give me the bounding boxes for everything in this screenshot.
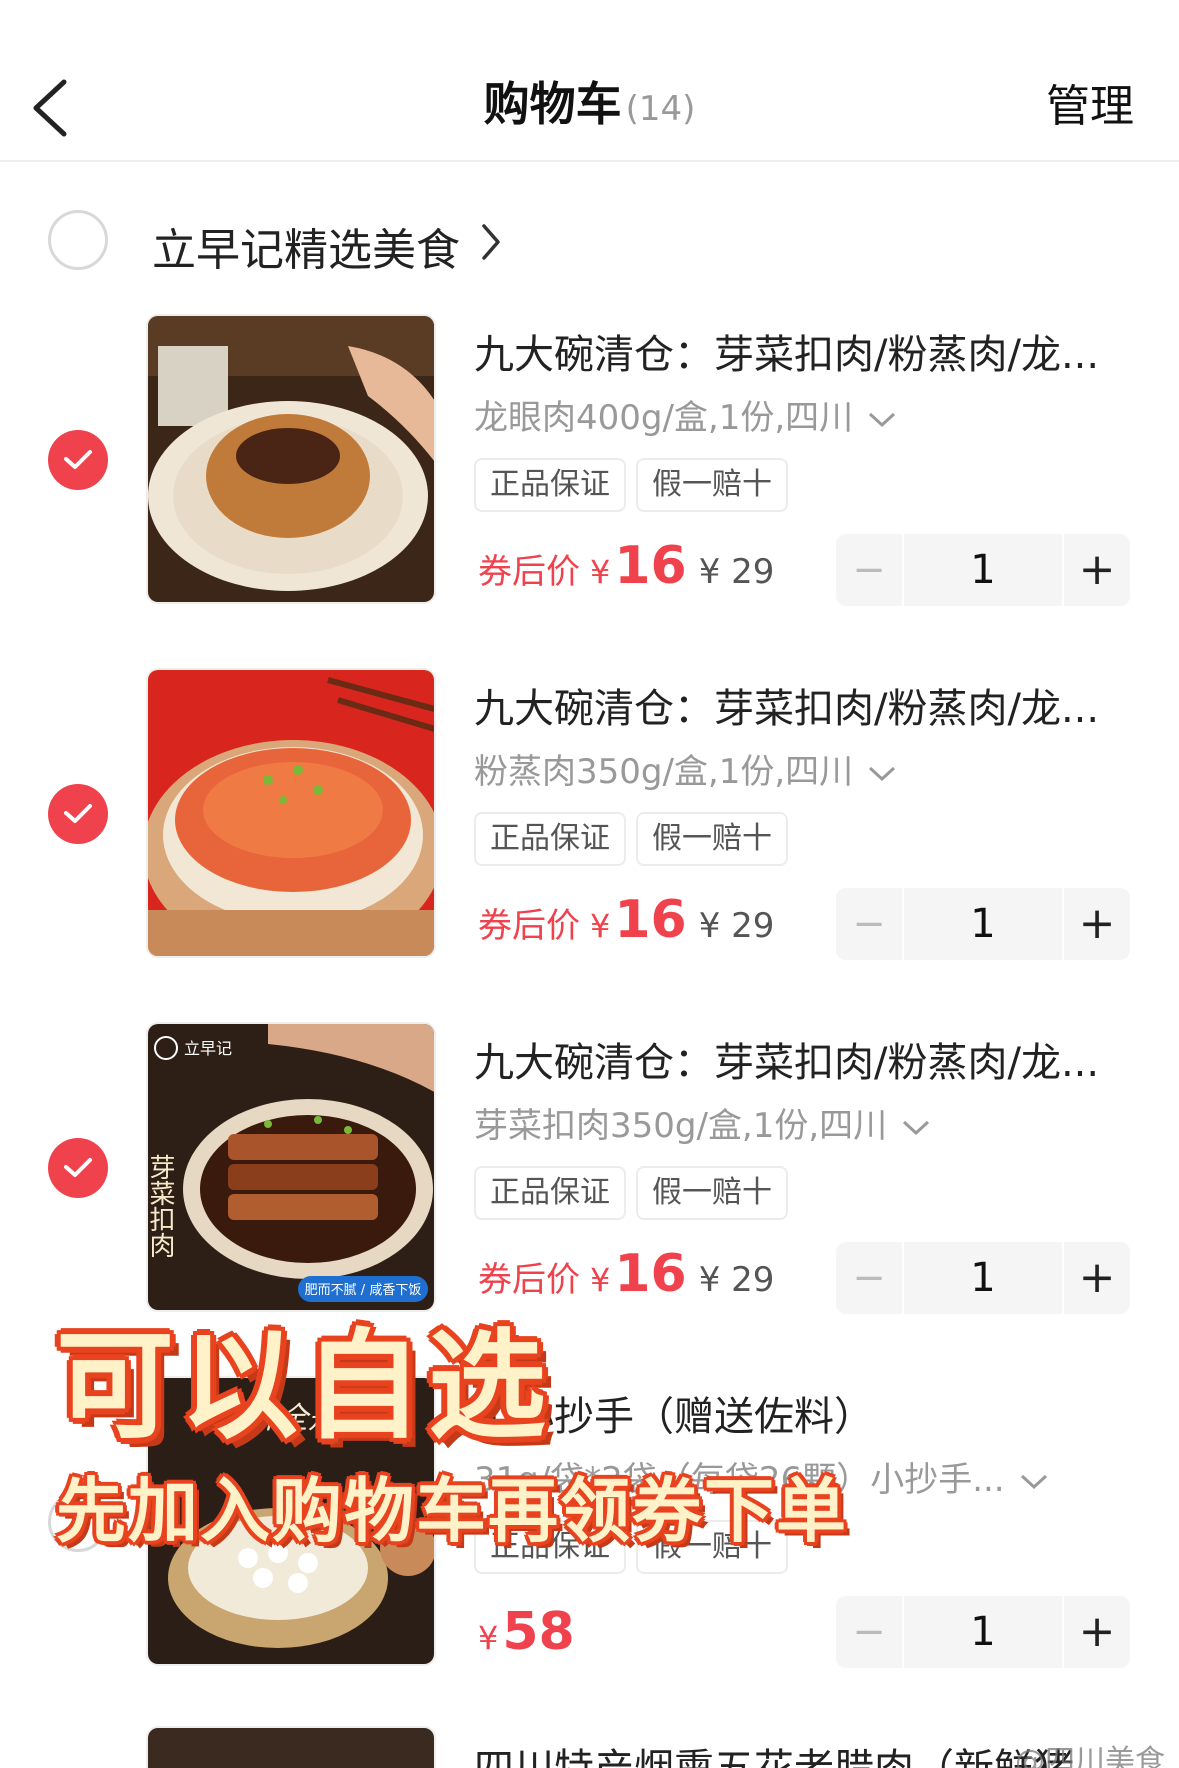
quantity-value[interactable]: 1	[902, 1596, 1064, 1668]
tag-authentic: 正品保证	[474, 1166, 626, 1220]
chevron-down-icon	[1020, 1474, 1047, 1489]
cart-item: 九大碗清仓：芽菜扣肉/粉蒸肉/龙... 龙眼肉400g/盒,1份,四川 正品保证…	[0, 314, 1179, 614]
quantity-stepper: − 1 +	[836, 888, 1130, 960]
nav-bar: 购物车 (14) 管理	[0, 0, 1179, 162]
spec-selector[interactable]: 粉蒸肉350g/盒,1份,四川	[474, 744, 897, 793]
brand-text: 立早记	[184, 1039, 232, 1058]
item-select-checkbox[interactable]	[48, 1138, 108, 1198]
shop-select-checkbox[interactable]	[48, 210, 108, 270]
cart-item: 九大碗清仓：芽菜扣肉/粉蒸肉/龙... 粉蒸肉350g/盒,1份,四川 正品保证…	[0, 668, 1179, 968]
tag-list: 正品保证 假一赔十	[474, 812, 798, 866]
product-title[interactable]: 九大碗清仓：芽菜扣肉/粉蒸肉/龙...	[474, 1030, 1114, 1088]
chevron-down-icon	[869, 412, 896, 427]
tag-authentic: 正品保证	[474, 458, 626, 512]
quantity-value[interactable]: 1	[902, 534, 1064, 606]
tag-guarantee: 假一赔十	[636, 458, 788, 512]
decrease-button[interactable]: −	[836, 1242, 902, 1314]
check-icon	[64, 1158, 92, 1177]
check-icon	[64, 450, 92, 469]
product-image[interactable]	[146, 314, 436, 604]
original-price: ¥ 29	[698, 906, 775, 946]
quantity-value[interactable]: 1	[902, 888, 1064, 960]
product-image[interactable]	[146, 668, 436, 958]
product-title[interactable]: 九大碗清仓：芽菜扣肉/粉蒸肉/龙...	[474, 322, 1114, 380]
tag-guarantee: 假一赔十	[636, 1166, 788, 1220]
product-title[interactable]: 四川特产烟熏五花老腊肉（新鲜猪	[474, 1736, 1074, 1768]
decrease-button[interactable]: −	[836, 534, 902, 606]
tag-list: 正品保证 假一赔十	[474, 1166, 798, 1220]
spec-selector[interactable]: 龙眼肉400g/盒,1份,四川	[474, 390, 897, 439]
vertical-text: 芽菜扣肉	[148, 1154, 175, 1258]
chevron-down-icon	[903, 1120, 930, 1135]
product-image[interactable]	[146, 1726, 436, 1768]
price-block: ¥58	[478, 1602, 575, 1662]
quantity-value[interactable]: 1	[902, 1242, 1064, 1314]
quantity-stepper: − 1 +	[836, 1596, 1130, 1668]
increase-button[interactable]: +	[1064, 888, 1130, 960]
increase-button[interactable]: +	[1064, 534, 1130, 606]
chevron-right-icon	[482, 224, 500, 260]
tag-authentic: 正品保证	[474, 812, 626, 866]
item-select-checkbox[interactable]	[48, 430, 108, 490]
chevron-down-icon	[869, 766, 896, 781]
cart-count: (14)	[625, 89, 696, 129]
product-title[interactable]: 工小抄手（赠送佐料）	[474, 1384, 1114, 1442]
tag-list: 正品保证 假一赔十	[474, 458, 798, 512]
increase-button[interactable]: +	[1064, 1596, 1130, 1668]
increase-button[interactable]: +	[1064, 1242, 1130, 1314]
spec-selector[interactable]: 芽菜扣肉350g/盒,1份,四川	[474, 1098, 931, 1147]
check-icon	[64, 804, 92, 823]
shop-name-link[interactable]: 立早记精选美食	[152, 214, 460, 278]
product-title[interactable]: 九大碗清仓：芽菜扣肉/粉蒸肉/龙...	[474, 676, 1114, 734]
quantity-stepper: − 1 +	[836, 534, 1130, 606]
price-block: 券后价 ¥16 ¥ 29	[478, 536, 775, 596]
manage-button[interactable]: 管理	[1046, 70, 1134, 134]
original-price: ¥ 29	[698, 552, 775, 592]
decrease-button[interactable]: −	[836, 888, 902, 960]
price-block: 券后价 ¥16 ¥ 29	[478, 890, 775, 950]
cart-item: 肥而不腻 / 咸香下饭 立早记 芽菜扣肉 九大碗清仓：芽菜扣肉/粉蒸肉/龙...…	[0, 1022, 1179, 1322]
shop-header: 立早记精选美食	[0, 200, 1179, 284]
item-select-checkbox[interactable]	[48, 784, 108, 844]
original-price: ¥ 29	[698, 1260, 775, 1300]
quantity-stepper: − 1 +	[836, 1242, 1130, 1314]
page-title: 购物车 (14)	[483, 77, 696, 131]
watermark: @四川美食	[1015, 1744, 1165, 1768]
decrease-button[interactable]: −	[836, 1596, 902, 1668]
tag-guarantee: 假一赔十	[636, 812, 788, 866]
overlay-subline: 先加入购物车再领券下单	[56, 1470, 848, 1552]
product-image[interactable]: 肥而不腻 / 咸香下饭 立早记 芽菜扣肉	[146, 1022, 436, 1312]
overlay-headline: 可以自选	[56, 1317, 553, 1455]
